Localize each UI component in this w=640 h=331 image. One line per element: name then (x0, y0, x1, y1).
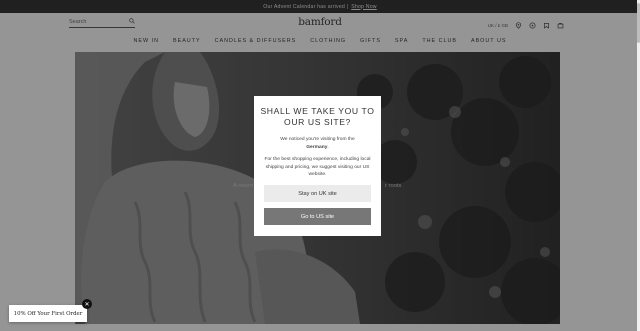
geo-redirect-modal: SHALL WE TAKE YOU TO OUR US SITE? We not… (254, 96, 381, 236)
close-icon[interactable]: ✕ (82, 299, 92, 309)
stay-on-uk-button[interactable]: Stay on UK site (264, 185, 371, 202)
modal-title: SHALL WE TAKE YOU TO OUR US SITE? (260, 106, 375, 127)
modal-suggestion-text: For the best shopping experience, includ… (264, 157, 371, 177)
modal-location-text: We noticed you're visiting from the Germ… (280, 137, 355, 150)
modal-country: Germany (306, 144, 328, 150)
promo-offer-button[interactable]: 10% Off Your First Order (9, 305, 87, 322)
go-to-us-button[interactable]: Go to US site (264, 208, 371, 225)
